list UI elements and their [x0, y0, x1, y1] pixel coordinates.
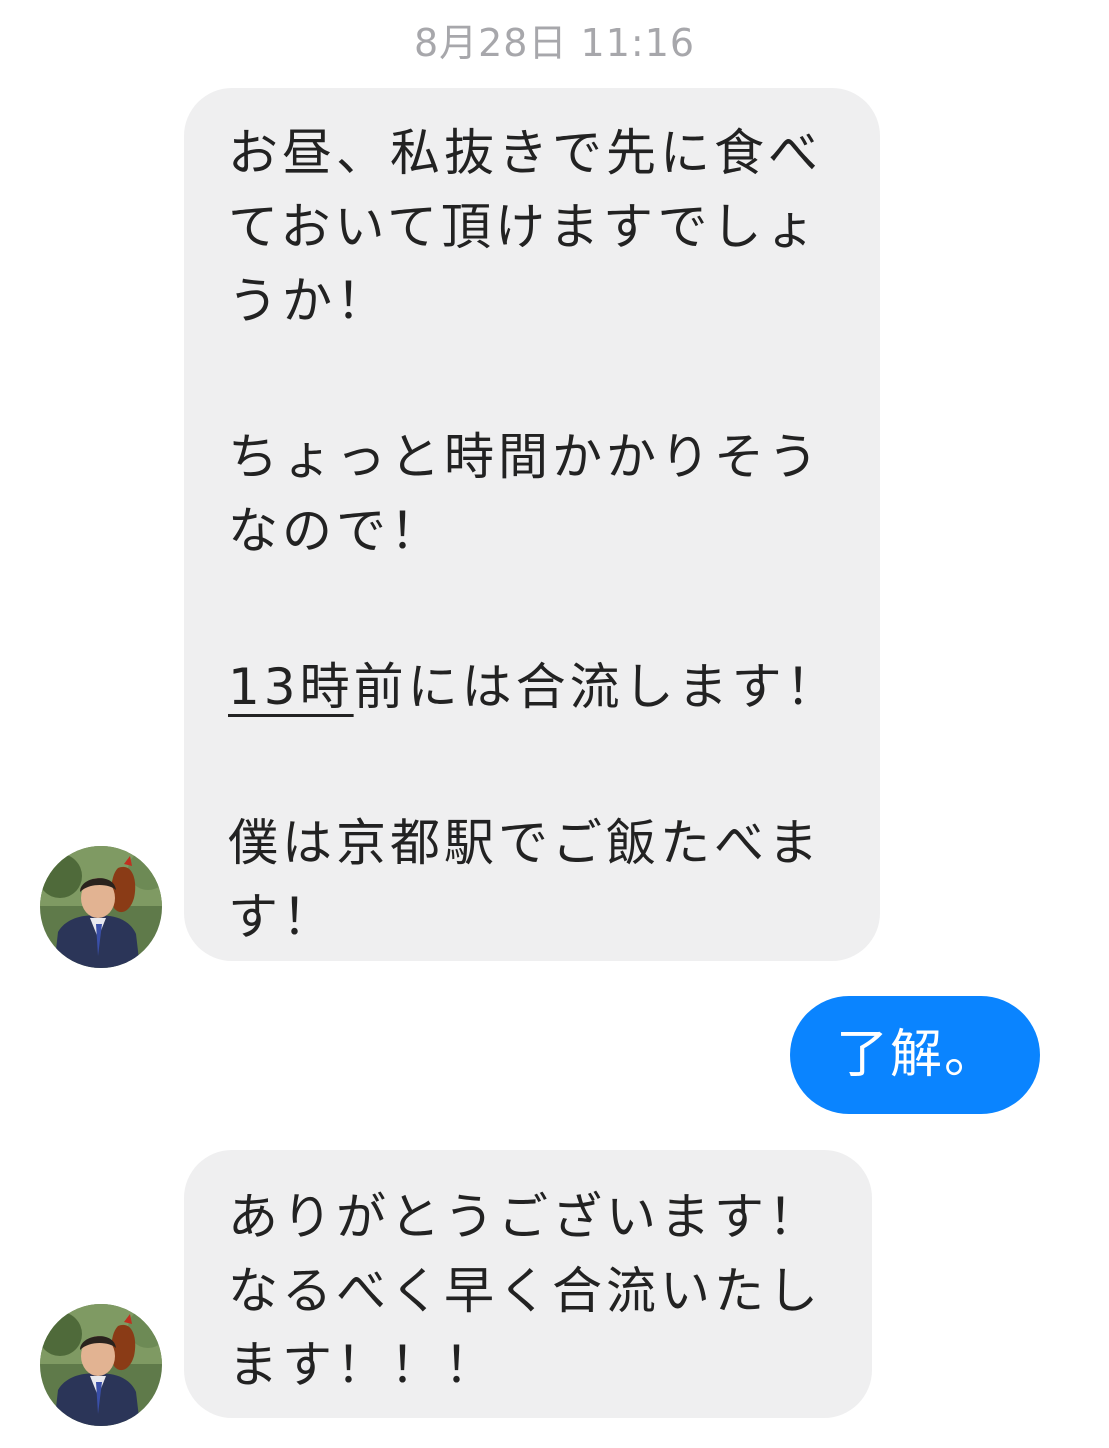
contact-avatar[interactable]: [40, 1304, 162, 1426]
message-line: ます！！！: [228, 1336, 498, 1394]
message-line-rest: 前には合流します！: [353, 658, 840, 716]
message-line: 僕は京都駅でご飯たべま: [228, 814, 822, 872]
message-line: なるべく早く合流いたし: [228, 1262, 822, 1320]
message-line: ておいて頂けますでしょ: [228, 198, 820, 256]
message-line: ちょっと時間かかりそう: [228, 428, 822, 486]
message-line: ありがとうございます！: [228, 1188, 822, 1246]
message-line: なので！: [228, 502, 444, 560]
message-line: お昼、私抜きで先に食べ: [228, 124, 822, 182]
message-line: うか！: [228, 272, 390, 330]
time-link[interactable]: 13時: [228, 658, 354, 716]
message-timestamp: 8月28日 11:16: [413, 21, 696, 65]
incoming-message-bubble[interactable]: ありがとうございます！ なるべく早く合流いたし ます！！！: [184, 1150, 872, 1418]
avatar-photo-icon: [40, 1304, 162, 1426]
outgoing-message-bubble[interactable]: 了解。: [790, 996, 1040, 1114]
incoming-message-bubble[interactable]: お昼、私抜きで先に食べ ておいて頂けますでしょ うか！ ちょっと時間かかりそう …: [184, 88, 880, 961]
message-line-with-time-link: 13時前には合流します！: [228, 650, 840, 724]
message-line: す！: [228, 888, 336, 946]
avatar-photo-icon: [40, 846, 162, 968]
contact-avatar[interactable]: [40, 846, 162, 968]
message-text: 了解。: [836, 1025, 999, 1085]
